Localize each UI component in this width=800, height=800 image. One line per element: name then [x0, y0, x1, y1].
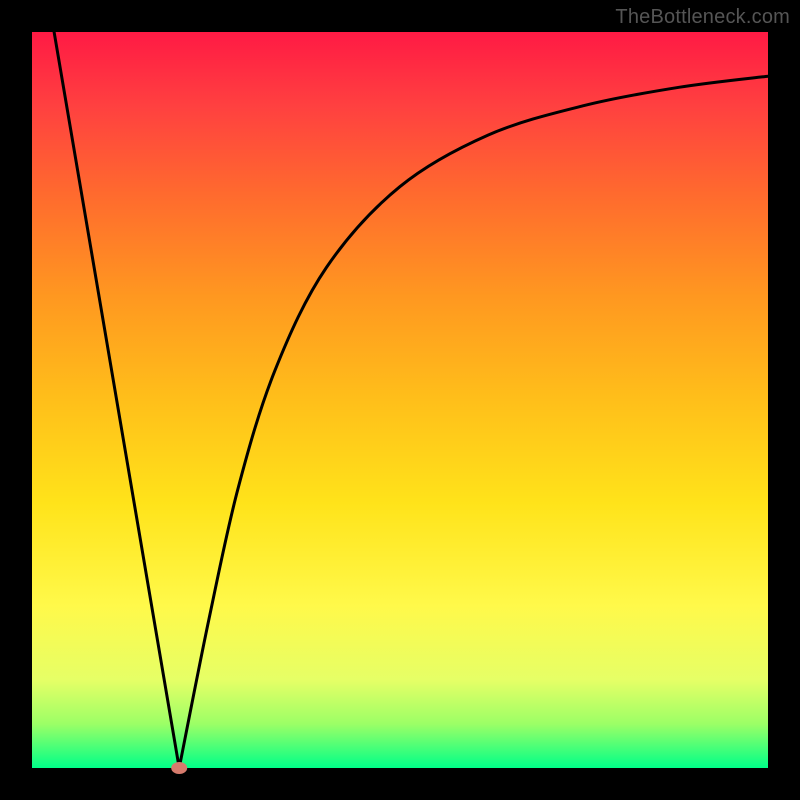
chart-plot-area: [32, 32, 768, 768]
curve-path: [54, 32, 768, 768]
attribution-text: TheBottleneck.com: [615, 6, 790, 29]
bottleneck-curve: [32, 32, 768, 768]
chart-frame: TheBottleneck.com: [0, 0, 800, 800]
curve-minimum-marker: [171, 762, 187, 774]
